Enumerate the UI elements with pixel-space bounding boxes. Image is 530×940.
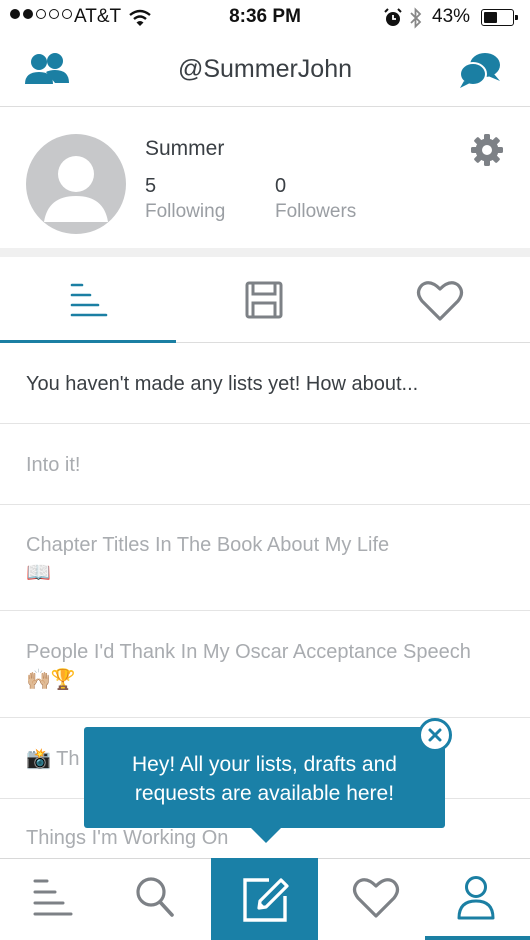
following-label: Following xyxy=(145,201,226,222)
feed-icon xyxy=(33,879,73,916)
heart-icon xyxy=(416,281,464,321)
nav-compose[interactable] xyxy=(211,858,318,940)
avatar[interactable] xyxy=(26,134,126,234)
list-item-title: Into it! xyxy=(26,454,81,476)
section-divider xyxy=(0,248,530,257)
compose-icon xyxy=(243,878,289,922)
search-icon xyxy=(136,877,174,917)
battery-percent: 43% xyxy=(432,6,471,27)
list-item[interactable]: Into it! xyxy=(0,424,530,505)
tooltip-line-2: requests are available here! xyxy=(134,782,395,805)
list-item-title: People I'd Thank In My Oscar Acceptance … xyxy=(26,641,471,691)
page-title: @SummerJohn xyxy=(177,55,353,83)
chat-bubbles-icon[interactable] xyxy=(458,50,502,90)
battery-icon xyxy=(481,9,518,26)
lists-icon xyxy=(70,283,108,317)
book-emoji: 📖 xyxy=(26,562,51,584)
tooltip-line-1: Hey! All your lists, drafts and xyxy=(132,753,397,776)
profile-icon xyxy=(457,876,495,920)
close-icon xyxy=(428,728,442,742)
header-divider xyxy=(0,106,530,107)
active-nav-indicator xyxy=(425,936,530,940)
list-item-title: Chapter Titles In The Book About My Life… xyxy=(26,534,390,584)
followers-count: 0 xyxy=(275,175,287,197)
heart-icon xyxy=(352,878,400,918)
list-prompt-row: You haven't made any lists yet! How abou… xyxy=(0,343,530,424)
list-item[interactable]: Chapter Titles In The Book About My Life… xyxy=(0,505,530,611)
profile-name: Summer xyxy=(145,137,225,160)
following-count: 5 xyxy=(145,175,157,197)
alarm-icon xyxy=(384,8,402,26)
tooltip-close-button[interactable] xyxy=(418,718,452,752)
bluetooth-icon xyxy=(410,7,422,29)
list-prompt: You haven't made any lists yet! How abou… xyxy=(26,373,419,395)
default-avatar-icon xyxy=(44,156,108,222)
tooltip-pointer xyxy=(249,826,283,843)
status-bar: AT&T 8:36 PM 43% xyxy=(0,0,530,36)
followers-label: Followers xyxy=(275,201,357,222)
camera-emoji: 📸 xyxy=(26,748,51,770)
onboarding-tooltip: Hey! All your lists, drafts and requests… xyxy=(84,727,445,828)
drafts-save-icon xyxy=(245,281,283,319)
list-item[interactable]: People I'd Thank In My Oscar Acceptance … xyxy=(0,611,530,718)
hands-trophy-emoji: 🙌🏼🏆 xyxy=(26,669,76,691)
gear-icon[interactable] xyxy=(470,133,504,167)
